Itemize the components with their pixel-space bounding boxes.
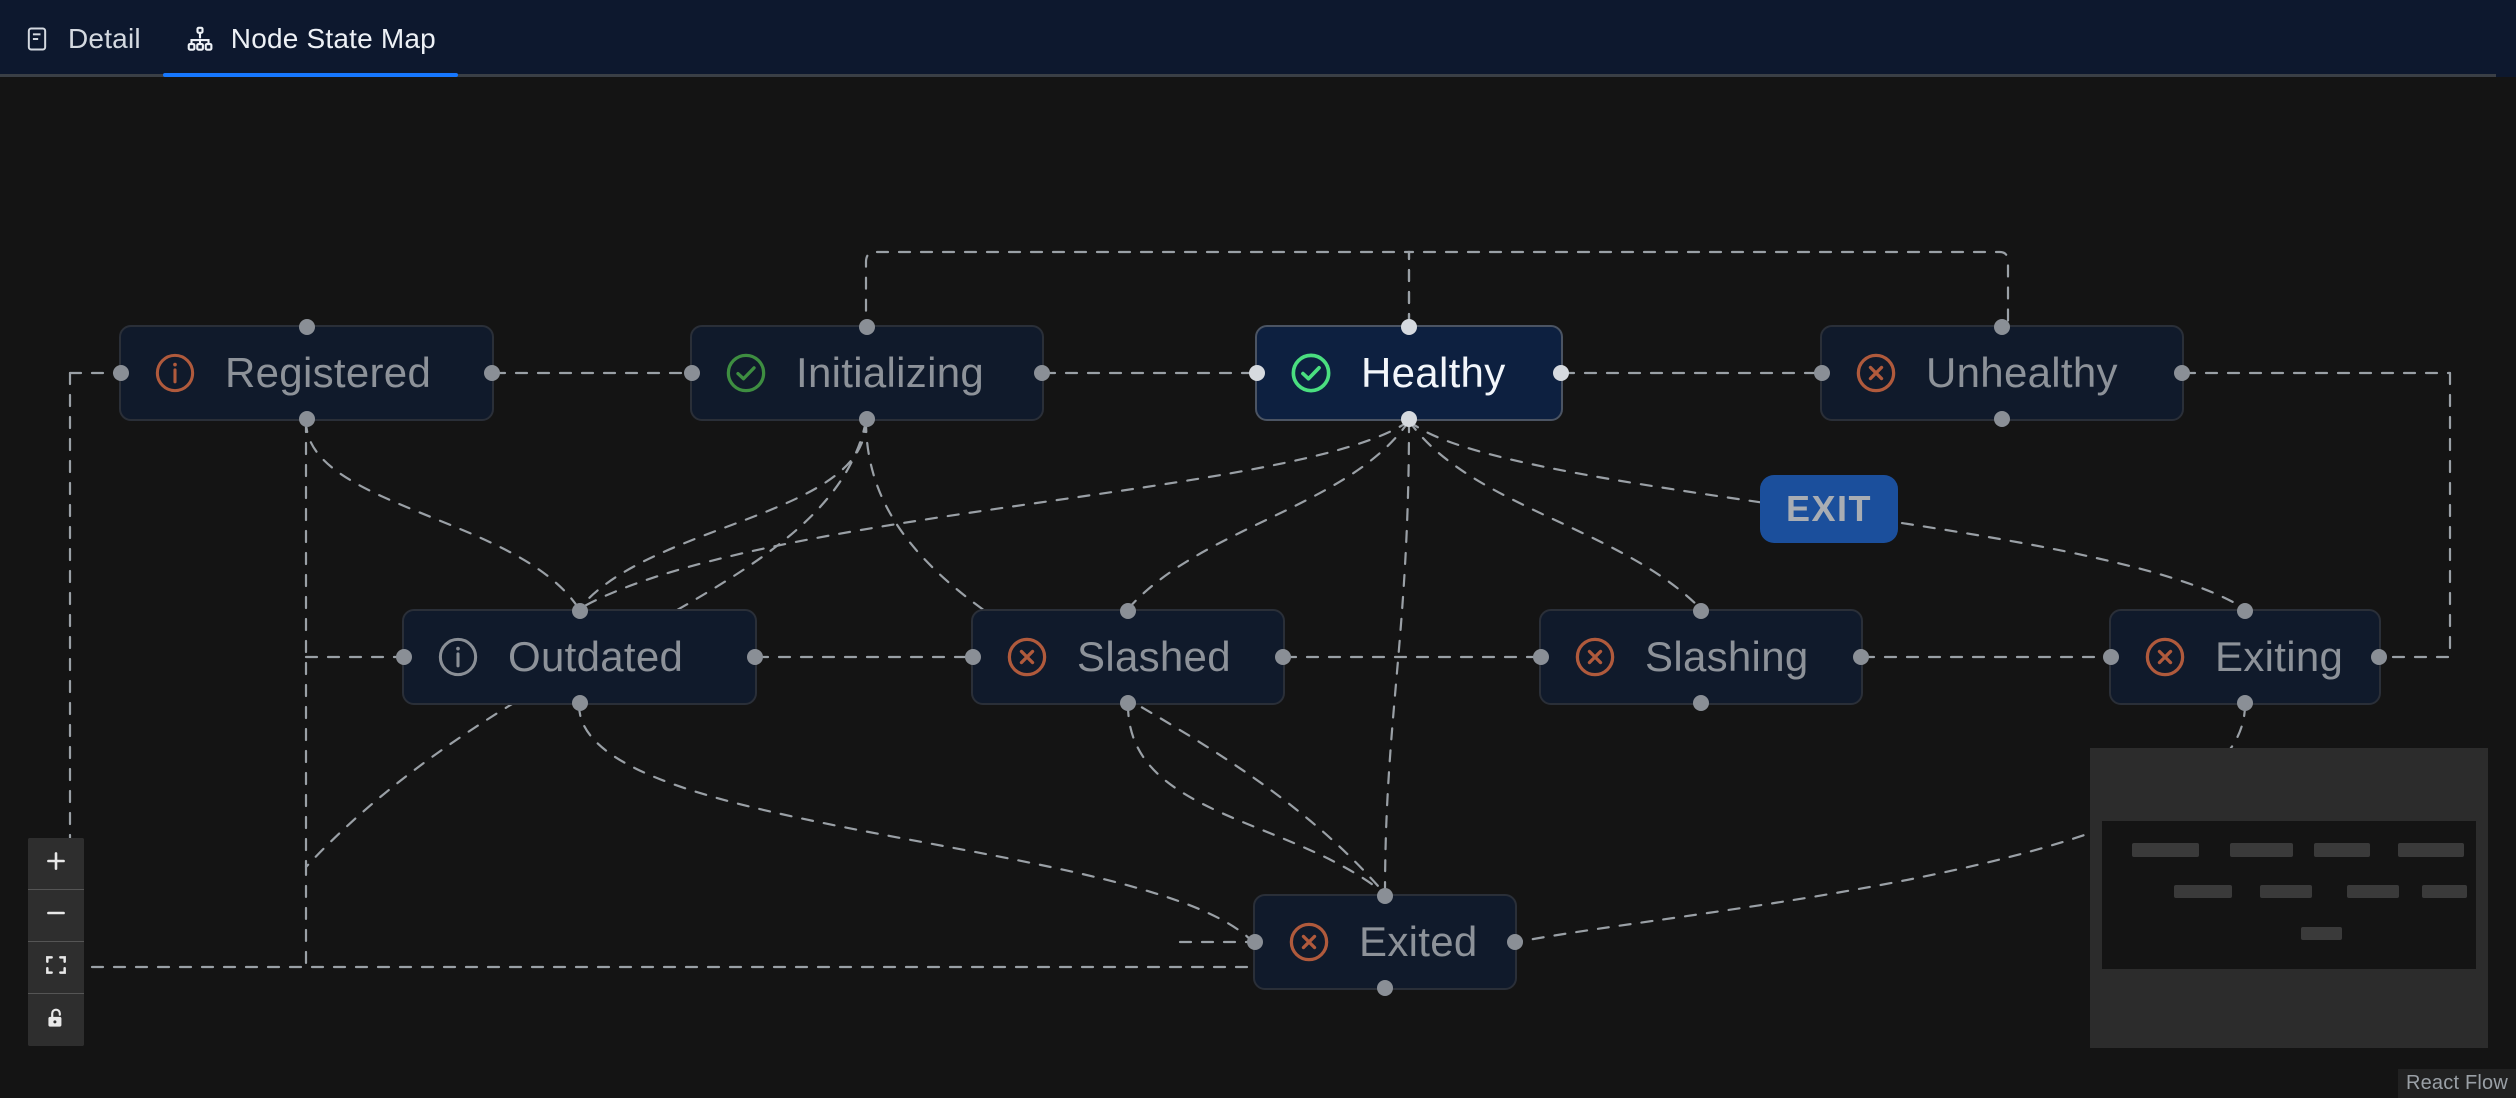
flow-controls xyxy=(28,838,84,1046)
x-circle-icon xyxy=(2141,633,2189,681)
handle-bottom[interactable] xyxy=(572,695,588,711)
node-label: Outdated xyxy=(508,636,683,678)
minimap-node xyxy=(2422,885,2467,898)
handle-right[interactable] xyxy=(1275,649,1291,665)
handle-right[interactable] xyxy=(1553,365,1569,381)
zoom-in-button[interactable] xyxy=(28,838,84,890)
fit-view-icon xyxy=(43,952,69,983)
handle-top[interactable] xyxy=(1401,319,1417,335)
handle-bottom[interactable] xyxy=(1120,695,1136,711)
handle-bottom[interactable] xyxy=(859,411,875,427)
node-healthy[interactable]: Healthy xyxy=(1255,325,1563,421)
node-slashed[interactable]: Slashed xyxy=(971,609,1285,705)
handle-bottom[interactable] xyxy=(299,411,315,427)
node-slashing[interactable]: Slashing xyxy=(1539,609,1863,705)
handle-left[interactable] xyxy=(2103,649,2119,665)
handle-left[interactable] xyxy=(396,649,412,665)
handle-top[interactable] xyxy=(1994,319,2010,335)
edge-label-exit[interactable]: EXIT xyxy=(1760,475,1898,543)
node-label: Slashed xyxy=(1077,636,1231,678)
node-label: Slashing xyxy=(1645,636,1809,678)
fit-view-button[interactable] xyxy=(28,942,84,994)
handle-bottom[interactable] xyxy=(1693,695,1709,711)
node-label: Healthy xyxy=(1361,352,1506,394)
minimap-node xyxy=(2260,885,2312,898)
node-exited[interactable]: Exited xyxy=(1253,894,1517,990)
toggle-interactivity-button[interactable] xyxy=(28,994,84,1046)
unlock-icon xyxy=(43,1005,69,1036)
handle-bottom[interactable] xyxy=(2237,695,2253,711)
minimap-node xyxy=(2347,885,2399,898)
zoom-out-button[interactable] xyxy=(28,890,84,942)
x-circle-icon xyxy=(1285,918,1333,966)
x-circle-icon xyxy=(1003,633,1051,681)
node-initializing[interactable]: Initializing xyxy=(690,325,1044,421)
minimap-node xyxy=(2314,843,2370,857)
x-circle-icon xyxy=(1852,349,1900,397)
edge-label-exit-text: EXIT xyxy=(1786,488,1872,530)
minimap-node xyxy=(2398,843,2464,857)
x-circle-icon xyxy=(1571,633,1619,681)
sitemap-icon xyxy=(185,24,215,54)
node-unhealthy[interactable]: Unhealthy xyxy=(1820,325,2184,421)
node-state-map-page: Detail Node State Map xyxy=(0,0,2516,1098)
handle-top[interactable] xyxy=(572,603,588,619)
handle-right[interactable] xyxy=(2174,365,2190,381)
minimap-viewport-mask xyxy=(2102,821,2476,969)
check-circle-icon xyxy=(722,349,770,397)
handle-top[interactable] xyxy=(1120,603,1136,619)
handle-right[interactable] xyxy=(484,365,500,381)
handle-top[interactable] xyxy=(1377,888,1393,904)
handle-right[interactable] xyxy=(1034,365,1050,381)
handle-right[interactable] xyxy=(2371,649,2387,665)
tab-node-state-map[interactable]: Node State Map xyxy=(163,0,458,77)
minimap-node xyxy=(2301,927,2342,940)
handle-left[interactable] xyxy=(684,365,700,381)
info-circle-icon xyxy=(434,633,482,681)
handle-top[interactable] xyxy=(299,319,315,335)
tab-node-state-map-label: Node State Map xyxy=(231,25,436,53)
handle-left[interactable] xyxy=(965,649,981,665)
handle-right[interactable] xyxy=(747,649,763,665)
handle-top[interactable] xyxy=(2237,603,2253,619)
plus-icon xyxy=(43,848,69,879)
handle-bottom[interactable] xyxy=(1994,411,2010,427)
tab-detail[interactable]: Detail xyxy=(0,0,163,77)
handle-left[interactable] xyxy=(1247,934,1263,950)
tab-detail-label: Detail xyxy=(68,25,141,53)
handle-top[interactable] xyxy=(859,319,875,335)
node-label: Unhealthy xyxy=(1926,352,2118,394)
handle-left[interactable] xyxy=(1249,365,1265,381)
info-circle-icon xyxy=(151,349,199,397)
handle-bottom[interactable] xyxy=(1401,411,1417,427)
handle-right[interactable] xyxy=(1507,934,1523,950)
node-registered[interactable]: Registered xyxy=(119,325,494,421)
handle-right[interactable] xyxy=(1853,649,1869,665)
node-label: Registered xyxy=(225,352,431,394)
minimap-node xyxy=(2174,885,2232,898)
handle-left[interactable] xyxy=(1533,649,1549,665)
node-outdated[interactable]: Outdated xyxy=(402,609,757,705)
node-label: Exited xyxy=(1359,921,1478,963)
handle-left[interactable] xyxy=(1814,365,1830,381)
handle-top[interactable] xyxy=(1693,603,1709,619)
document-icon xyxy=(22,24,52,54)
node-label: Exiting xyxy=(2215,636,2343,678)
check-circle-icon xyxy=(1287,349,1335,397)
handle-left[interactable] xyxy=(113,365,129,381)
minimap-node xyxy=(2230,843,2293,857)
node-label: Initializing xyxy=(796,352,984,394)
node-exiting[interactable]: Exiting xyxy=(2109,609,2381,705)
flow-canvas[interactable]: Registered Initializing xyxy=(0,77,2516,1098)
minimap-node xyxy=(2132,843,2199,857)
handle-bottom[interactable] xyxy=(1377,980,1393,996)
tab-bar: Detail Node State Map xyxy=(0,0,2516,77)
react-flow-attribution[interactable]: React Flow xyxy=(2398,1069,2516,1098)
flow-minimap[interactable] xyxy=(2090,748,2488,1048)
minus-icon xyxy=(43,900,69,931)
